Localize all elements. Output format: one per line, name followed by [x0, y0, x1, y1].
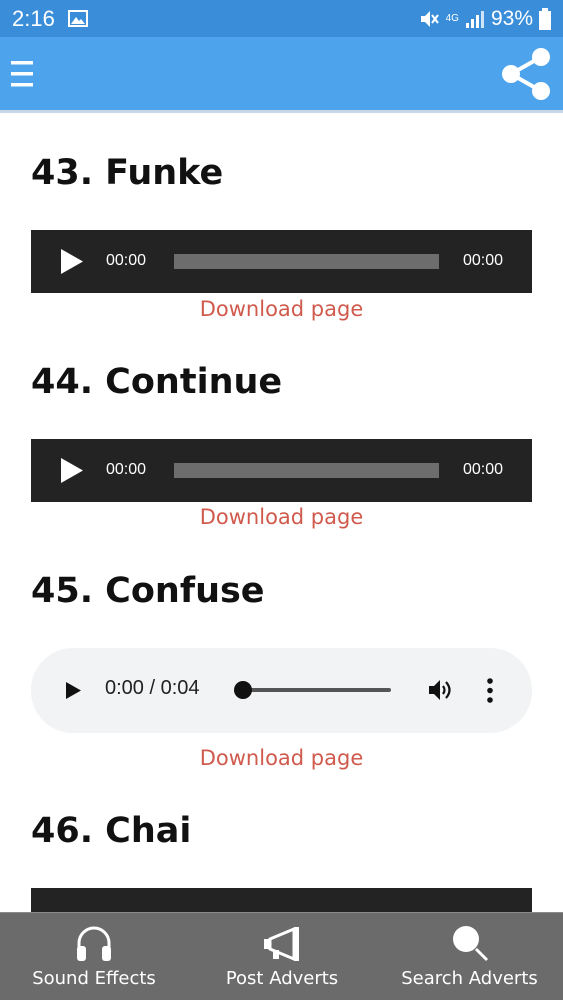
item-heading: 43. Funke	[31, 153, 224, 193]
signal-icon	[465, 11, 484, 28]
current-time: 00:00	[106, 461, 147, 478]
nav-label: Sound Effects	[32, 968, 156, 989]
download-page-link[interactable]: Download page	[0, 505, 563, 529]
bottom-nav: Sound Effects Post Adverts Search Advert…	[0, 912, 563, 1000]
audio-player: 00:00 00:00	[31, 439, 532, 502]
audio-player: 00:00 00:00	[31, 230, 532, 293]
download-page-link[interactable]: Download page	[0, 746, 563, 770]
nav-label: Search Adverts	[401, 968, 538, 989]
download-page-link[interactable]: Download page	[0, 297, 563, 321]
status-bar: 2:16 4G 93%	[0, 0, 563, 37]
audio-player: 0:00 / 0:04	[31, 648, 532, 733]
image-notification-icon	[68, 10, 88, 27]
mute-icon	[420, 11, 439, 27]
megaphone-icon	[264, 926, 299, 962]
current-time: 00:00	[106, 252, 147, 269]
item-heading: 45. Confuse	[31, 571, 265, 611]
hamburger-menu-icon[interactable]	[11, 59, 33, 89]
audio-player	[31, 888, 532, 912]
search-icon	[453, 926, 489, 962]
duration: 00:00	[463, 252, 504, 269]
seek-bar[interactable]	[243, 688, 391, 692]
duration: 00:00	[463, 461, 504, 478]
play-icon[interactable]	[61, 249, 83, 274]
nav-search-adverts[interactable]: Search Adverts	[376, 913, 563, 1001]
battery-percent: 93%	[490, 7, 533, 30]
item-heading: 44. Continue	[31, 362, 283, 402]
battery-icon	[539, 8, 551, 30]
item-heading: 46. Chai	[31, 811, 192, 851]
play-icon[interactable]	[66, 682, 81, 699]
nav-post-adverts[interactable]: Post Adverts	[188, 913, 376, 1001]
share-icon[interactable]	[497, 45, 555, 103]
volume-icon[interactable]	[428, 678, 454, 702]
status-icons: 4G 93%	[418, 6, 551, 32]
status-time: 2:16	[12, 6, 55, 31]
nav-sound-effects[interactable]: Sound Effects	[0, 913, 188, 1001]
app-bar	[0, 37, 563, 113]
play-icon[interactable]	[61, 458, 83, 483]
nav-label: Post Adverts	[225, 968, 339, 989]
playback-time: 0:00 / 0:04	[105, 677, 200, 699]
seek-handle[interactable]	[234, 681, 252, 699]
network-type-label: 4G	[445, 13, 459, 24]
headphones-icon	[77, 926, 111, 961]
seek-bar[interactable]	[174, 463, 439, 478]
sound-list: 43. Funke 00:00 00:00 Download page 44. …	[0, 116, 563, 912]
more-options-icon[interactable]	[486, 678, 494, 703]
seek-bar[interactable]	[174, 254, 439, 269]
